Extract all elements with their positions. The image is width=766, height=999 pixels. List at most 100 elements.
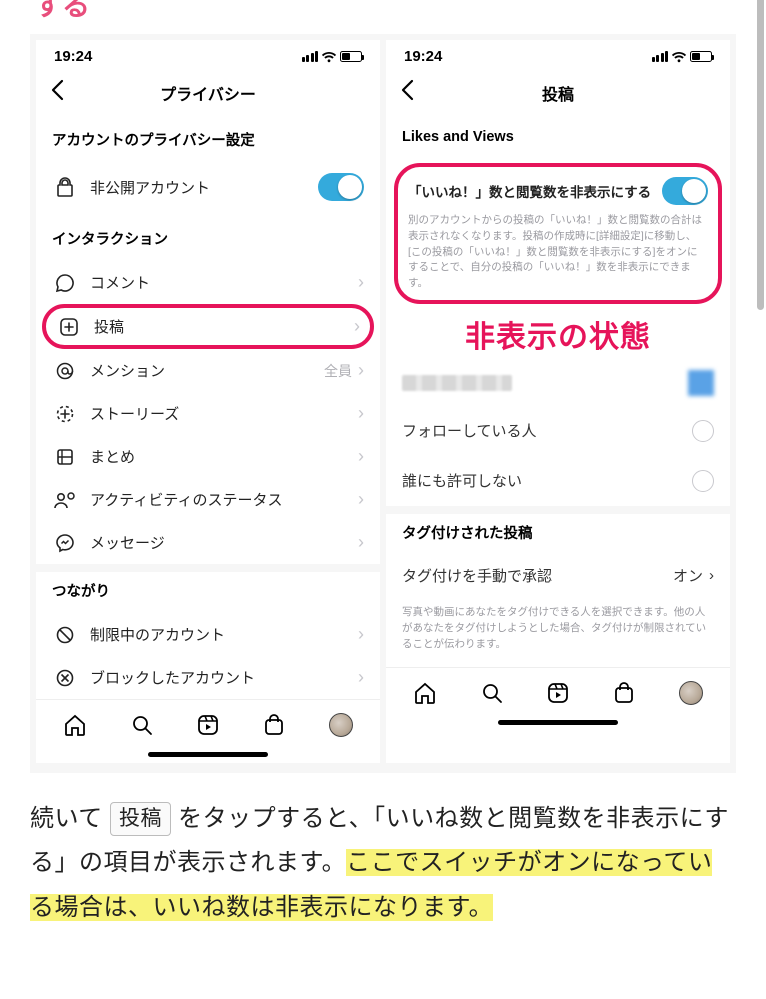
nav-header: プライバシー bbox=[36, 69, 380, 121]
page-scrollbar[interactable] bbox=[757, 0, 764, 310]
row-label: メッセージ bbox=[90, 532, 358, 553]
comment-icon bbox=[52, 273, 78, 293]
wifi-icon bbox=[321, 51, 337, 63]
row-label: タグ付けを手動で承認 bbox=[402, 565, 552, 586]
status-time: 19:24 bbox=[54, 48, 92, 65]
status-bar: 19:24 bbox=[36, 40, 380, 69]
kbd-posts: 投稿 bbox=[110, 802, 171, 836]
tagged-description: 写真や動画にあなたをタグ付けできる人を選択できます。他の人があなたをタグ付けしよ… bbox=[386, 596, 730, 667]
guide-icon bbox=[52, 447, 78, 467]
toggle-hide-likes[interactable] bbox=[662, 177, 708, 205]
section-header-privacy: アカウントのプライバシー設定 bbox=[36, 121, 380, 162]
status-icons bbox=[302, 51, 363, 63]
chevron-right-icon: › bbox=[358, 360, 364, 381]
chevron-right-icon: › bbox=[358, 489, 364, 510]
activity-icon bbox=[52, 490, 78, 510]
row-tagged-manual[interactable]: タグ付けを手動で承認 オン › bbox=[386, 555, 730, 596]
row-meta: 全員 bbox=[324, 361, 352, 381]
chevron-right-icon: › bbox=[358, 532, 364, 553]
annotation-hidden-state: 非表示の状態 bbox=[386, 308, 730, 362]
row-messages[interactable]: メッセージ › bbox=[36, 521, 380, 564]
tab-profile[interactable] bbox=[678, 680, 704, 706]
tab-home[interactable] bbox=[412, 680, 438, 706]
tab-reels[interactable] bbox=[545, 680, 571, 706]
toggle-private-account[interactable] bbox=[318, 173, 364, 201]
tab-search[interactable] bbox=[129, 712, 155, 738]
row-stories[interactable]: ストーリーズ › bbox=[36, 392, 380, 435]
status-bar: 19:24 bbox=[386, 40, 730, 69]
section-divider bbox=[386, 506, 730, 514]
row-mentions[interactable]: メンション 全員 › bbox=[36, 349, 380, 392]
row-label: ストーリーズ bbox=[90, 403, 358, 424]
page-title: 投稿 bbox=[542, 81, 574, 105]
row-label: 制限中のアカウント bbox=[90, 624, 358, 645]
chevron-right-icon: › bbox=[354, 316, 360, 337]
screenshots-container: 19:24 プライバシー アカウントのプライバシー設定 非公開アカウント イン bbox=[30, 34, 736, 773]
restricted-icon bbox=[52, 625, 78, 645]
phone-left: 19:24 プライバシー アカウントのプライバシー設定 非公開アカウント イン bbox=[36, 40, 380, 763]
blurred-row bbox=[386, 362, 730, 406]
phone-right: 19:24 投稿 Likes and Views 「いいね！」数と閲覧数を非表示… bbox=[386, 40, 730, 763]
section-header-connections: つながり bbox=[36, 572, 380, 613]
back-button[interactable] bbox=[50, 79, 64, 101]
tab-shop[interactable] bbox=[611, 680, 637, 706]
radio-icon[interactable] bbox=[692, 420, 714, 442]
row-activity-status[interactable]: アクティビティのステータス › bbox=[36, 478, 380, 521]
signal-icon bbox=[302, 51, 319, 62]
row-posts-highlighted[interactable]: 投稿 › bbox=[42, 304, 374, 349]
status-time: 19:24 bbox=[404, 48, 442, 65]
row-private-account[interactable]: 非公開アカウント bbox=[36, 162, 380, 212]
stories-icon bbox=[52, 404, 78, 424]
chevron-right-icon: › bbox=[358, 272, 364, 293]
tab-profile[interactable] bbox=[328, 712, 354, 738]
section-heading-fragment: する bbox=[0, 0, 766, 34]
option-noone[interactable]: 誰にも許可しない bbox=[386, 456, 730, 506]
row-label: まとめ bbox=[90, 446, 358, 467]
tab-shop[interactable] bbox=[261, 712, 287, 738]
home-indicator bbox=[148, 752, 268, 757]
tab-bar bbox=[36, 699, 380, 742]
battery-icon bbox=[340, 51, 362, 62]
status-icons bbox=[652, 51, 713, 63]
row-label: コメント bbox=[90, 272, 358, 293]
chevron-right-icon: › bbox=[358, 446, 364, 467]
section-header-likes: Likes and Views bbox=[386, 121, 730, 157]
nav-header: 投稿 bbox=[386, 69, 730, 121]
tab-bar bbox=[386, 667, 730, 710]
row-restricted[interactable]: 制限中のアカウント › bbox=[36, 613, 380, 656]
section-header-tagged: タグ付けされた投稿 bbox=[386, 514, 730, 555]
tab-reels[interactable] bbox=[195, 712, 221, 738]
blocked-icon bbox=[52, 668, 78, 688]
chevron-right-icon: › bbox=[709, 567, 714, 584]
row-label: 非公開アカウント bbox=[90, 177, 318, 198]
section-divider bbox=[36, 564, 380, 572]
row-label: アクティビティのステータス bbox=[90, 489, 358, 510]
article-text-1: 続いて bbox=[30, 805, 110, 832]
blurred-radio bbox=[688, 370, 714, 396]
plus-square-icon bbox=[56, 317, 82, 337]
at-icon bbox=[52, 361, 78, 381]
row-value: オン bbox=[673, 565, 703, 586]
row-blocked[interactable]: ブロックしたアカウント › bbox=[36, 656, 380, 699]
chevron-right-icon: › bbox=[358, 403, 364, 424]
row-comments[interactable]: コメント › bbox=[36, 261, 380, 304]
option-label: フォローしている人 bbox=[402, 420, 537, 441]
option-label: 誰にも許可しない bbox=[402, 470, 522, 491]
chevron-right-icon: › bbox=[358, 624, 364, 645]
option-following[interactable]: フォローしている人 bbox=[386, 406, 730, 456]
blurred-text bbox=[402, 375, 512, 391]
chevron-right-icon: › bbox=[358, 667, 364, 688]
radio-icon[interactable] bbox=[692, 470, 714, 492]
row-label: ブロックしたアカウント bbox=[90, 667, 358, 688]
back-button[interactable] bbox=[400, 79, 414, 101]
row-label: メンション bbox=[90, 360, 324, 381]
row-label: 投稿 bbox=[94, 316, 354, 337]
avatar-icon bbox=[679, 681, 703, 705]
hide-likes-description: 別のアカウントからの投稿の「いいね！」数と閲覧数の合計は表示されなくなります。投… bbox=[408, 213, 708, 292]
hide-likes-callout: 「いいね！」数と閲覧数を非表示にする 別のアカウントからの投稿の「いいね！」数と… bbox=[394, 163, 722, 304]
row-guides[interactable]: まとめ › bbox=[36, 435, 380, 478]
avatar-icon bbox=[329, 713, 353, 737]
tab-search[interactable] bbox=[479, 680, 505, 706]
battery-icon bbox=[690, 51, 712, 62]
tab-home[interactable] bbox=[62, 712, 88, 738]
